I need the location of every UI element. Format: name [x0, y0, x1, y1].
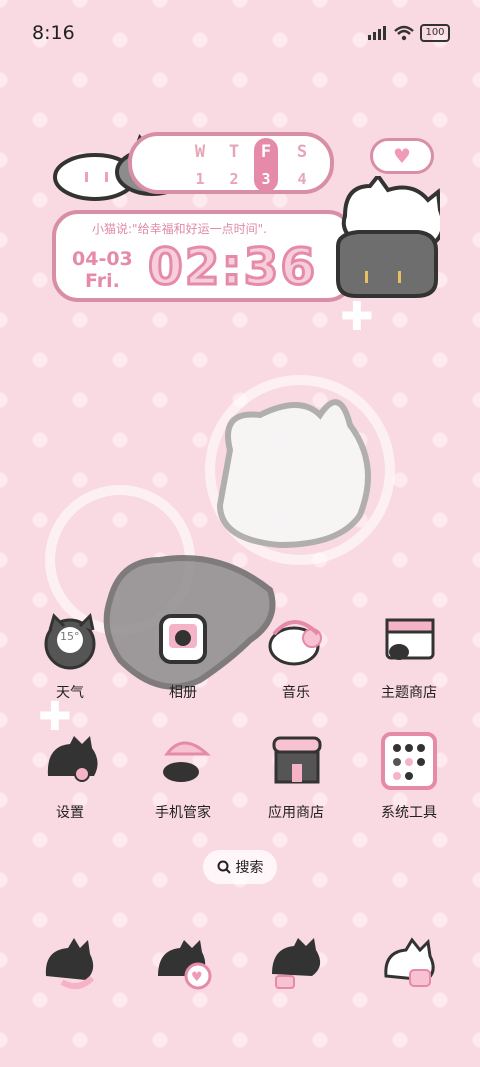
week-day: T2 [228, 142, 240, 188]
app-store-icon [266, 732, 326, 792]
wifi-icon [394, 25, 414, 41]
week-day-selected: F3 [254, 138, 278, 192]
widget-clock: 02:36 [146, 237, 318, 298]
app-label: 设置 [56, 805, 84, 821]
search-button[interactable]: 搜索 [203, 850, 277, 884]
app-settings[interactable]: 设置 [20, 732, 120, 822]
widget-cats-side [330, 172, 446, 310]
phone-manager-icon [153, 732, 213, 792]
status-time: 8:16 [32, 22, 75, 44]
weather-icon: 15° [40, 612, 100, 672]
app-theme-store[interactable]: 主题商店 [359, 612, 459, 702]
app-app-store[interactable]: 应用商店 [246, 732, 346, 822]
week-strip[interactable]: W1 T2 F3 S4 [128, 132, 334, 194]
app-music[interactable]: 音乐 [246, 612, 346, 702]
signal-icon [368, 26, 386, 40]
messages-cat-icon[interactable]: ♥ [154, 936, 214, 996]
app-label: 相册 [169, 685, 197, 701]
widget-date-value: 04-03 [72, 248, 133, 270]
camera-cat-icon[interactable] [380, 936, 440, 996]
app-label: 音乐 [282, 685, 310, 701]
app-label: 天气 [56, 685, 84, 701]
app-gallery[interactable]: 相册 [133, 612, 233, 702]
week-day: W1 [194, 142, 206, 188]
browser-cat-icon[interactable] [268, 936, 328, 996]
app-label: 手机管家 [155, 805, 211, 821]
svg-text:♥: ♥ [191, 970, 203, 985]
app-label: 系统工具 [381, 805, 437, 821]
app-label: 应用商店 [268, 805, 324, 821]
system-tools-icon [379, 732, 439, 792]
music-icon [266, 612, 326, 672]
settings-icon [40, 732, 100, 792]
week-day: S4 [296, 142, 308, 188]
weather-temp: 15° [60, 630, 80, 643]
gallery-icon [153, 612, 213, 672]
app-label: 主题商店 [381, 685, 437, 701]
status-icons: 100 [368, 24, 450, 42]
app-weather[interactable]: 15° 天气 [20, 612, 120, 702]
phone-cat-icon[interactable] [40, 936, 100, 996]
widget-date: 04-03 Fri. [72, 248, 133, 292]
theme-store-icon [379, 612, 439, 672]
search-label: 搜索 [235, 860, 264, 876]
widget-weekday: Fri. [84, 270, 120, 292]
app-system-tools[interactable]: 系统工具 [359, 732, 459, 822]
search-icon [217, 860, 231, 874]
heart-bubble-icon: ♥ [370, 138, 434, 174]
widget-quote: 小猫说:"给幸福和好运一点时间". [92, 222, 267, 236]
battery-icon: 100 [420, 24, 450, 42]
app-phone-manager[interactable]: 手机管家 [133, 732, 233, 822]
